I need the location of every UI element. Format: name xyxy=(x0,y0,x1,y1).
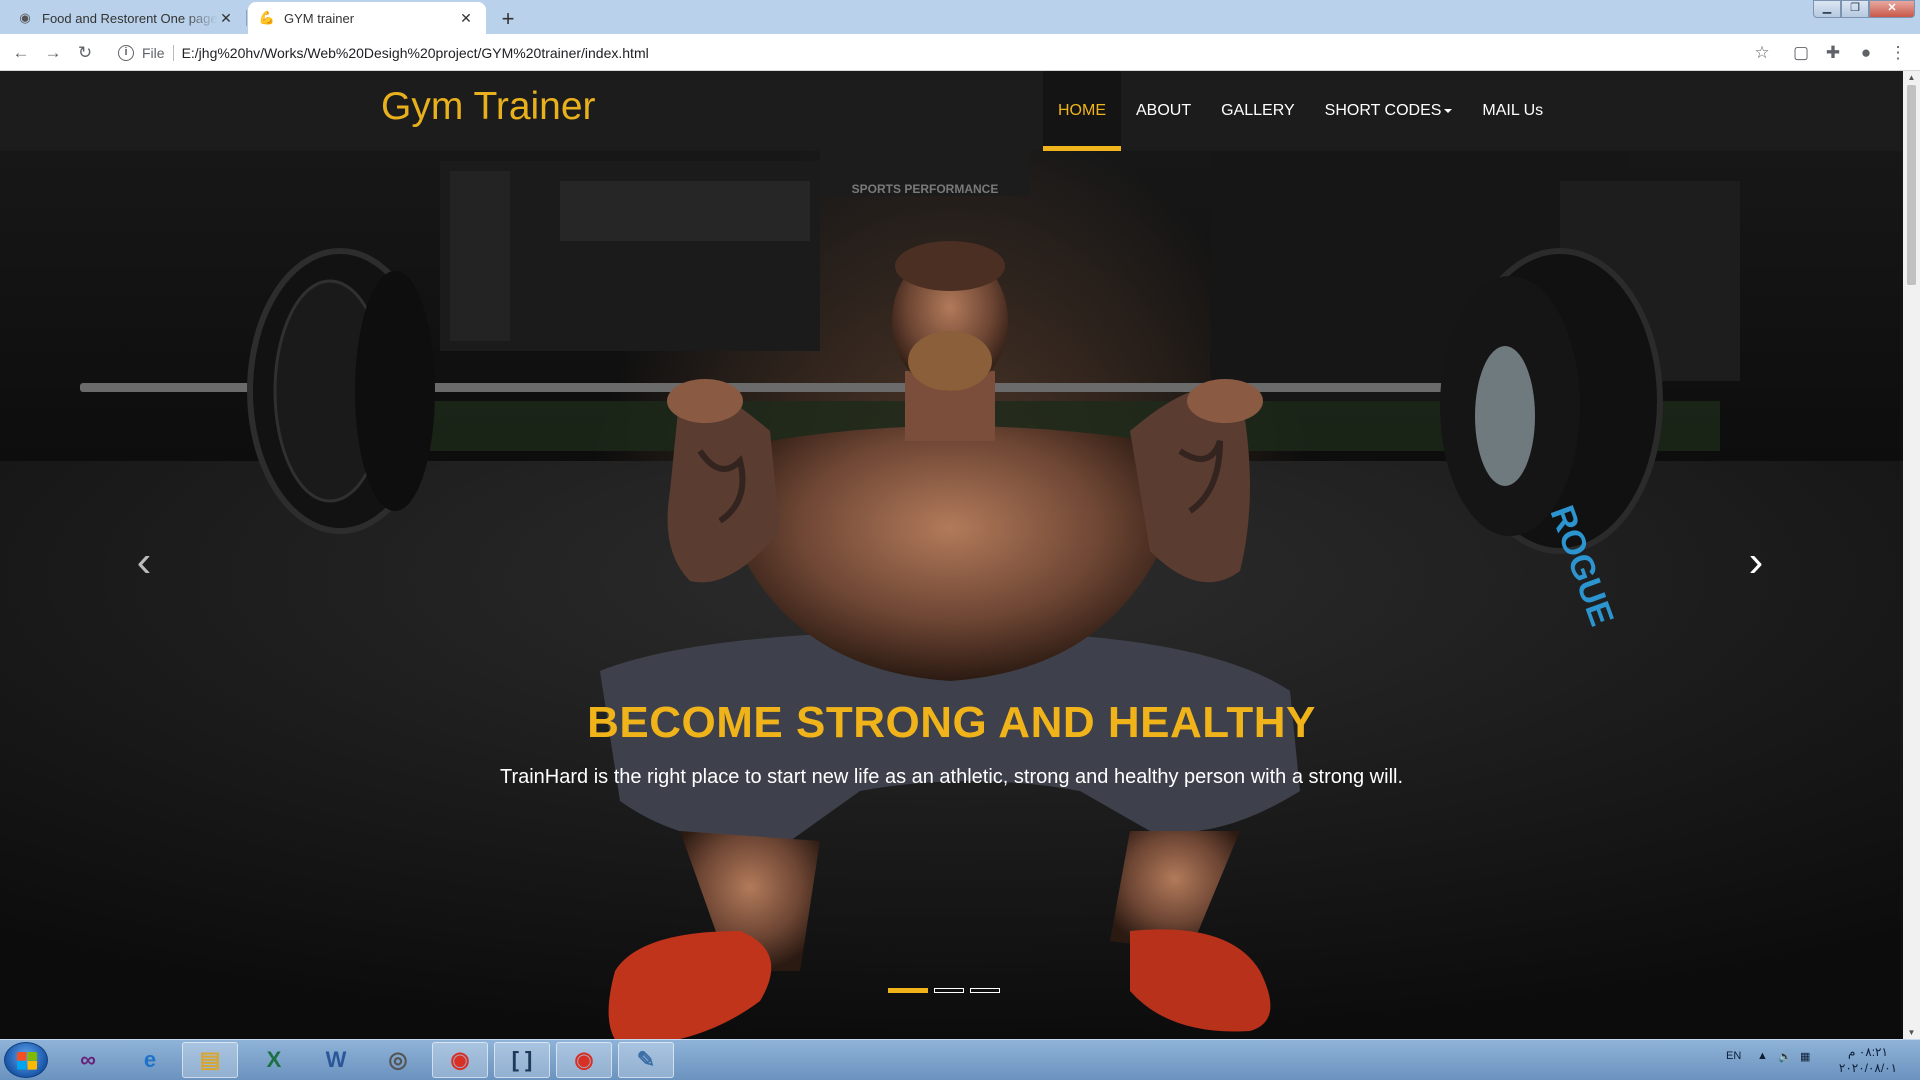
profile-avatar-icon[interactable]: ● xyxy=(1855,42,1877,64)
svg-text:SPORTS PERFORMANCE: SPORTS PERFORMANCE xyxy=(852,182,999,196)
excel-icon[interactable]: X xyxy=(246,1042,302,1078)
tab-divider xyxy=(246,10,247,26)
show-hidden-icons-icon[interactable]: ▲ xyxy=(1757,1050,1768,1062)
close-window-button[interactable]: ✕ xyxy=(1869,0,1915,18)
browser-toolbar: ← → ↻ i File E:/jhg%20hv/Works/Web%20Des… xyxy=(0,34,1920,71)
flexed-biceps-icon: 💪 xyxy=(258,10,276,25)
language-indicator[interactable]: EN xyxy=(1726,1050,1741,1062)
scrollbar-thumb[interactable] xyxy=(1907,85,1916,285)
windows-taskbar: ∞ e ▤ X W ◎ ◉ [ ] ◉ ✎ EN ▲ 🔈 ▦ ٠٨:٢١ م ٢… xyxy=(0,1039,1920,1080)
brackets-icon[interactable]: [ ] xyxy=(494,1042,550,1078)
extensions-puzzle-icon[interactable]: ✚ xyxy=(1822,42,1844,64)
close-tab-icon[interactable]: ✕ xyxy=(458,10,474,27)
word-icon[interactable]: W xyxy=(308,1042,364,1078)
address-bar[interactable]: i File E:/jhg%20hv/Works/Web%20Desigh%20… xyxy=(108,38,1788,67)
extension-icon[interactable]: ▢ xyxy=(1790,42,1812,64)
carousel-next-button[interactable]: › xyxy=(1736,540,1776,584)
hero-carousel: SPORTS PERFORMANCE ROGUE ‹ › BECOME STRO… xyxy=(0,71,1903,1039)
hero-caption: BECOME STRONG AND HEALTHY TrainHard is t… xyxy=(0,698,1903,789)
nav-home[interactable]: HOME xyxy=(1043,71,1121,151)
nav-gallery[interactable]: GALLERY xyxy=(1206,71,1310,151)
close-tab-icon[interactable]: ✕ xyxy=(218,10,234,27)
tab-title: Food and Restorent One page Te xyxy=(42,10,218,26)
forward-button[interactable]: → xyxy=(41,41,65,65)
file-explorer-icon[interactable]: ▤ xyxy=(182,1042,238,1078)
page-viewport: SPORTS PERFORMANCE ROGUE ‹ › BECOME STRO… xyxy=(0,71,1903,1039)
restore-button[interactable]: ❐ xyxy=(1841,0,1869,18)
volume-icon[interactable]: 🔈 xyxy=(1778,1050,1792,1063)
nav-mail-us[interactable]: MAIL Us xyxy=(1467,71,1558,151)
carousel-prev-button[interactable]: ‹ xyxy=(124,540,164,584)
carousel-indicators xyxy=(888,988,1000,993)
media-icon[interactable]: ◎ xyxy=(370,1042,426,1078)
nav-label: GALLERY xyxy=(1221,102,1295,119)
nav-label: MAIL Us xyxy=(1482,102,1544,119)
paint-icon[interactable]: ✎ xyxy=(618,1042,674,1078)
hero-heading: BECOME STRONG AND HEALTHY xyxy=(587,698,1316,747)
weightlifter-photo: SPORTS PERFORMANCE ROGUE xyxy=(0,141,1903,1039)
system-clock[interactable]: ٠٨:٢١ م ٢٠٢٠/٠٨/٠١ xyxy=(1822,1044,1914,1076)
caret-down-icon xyxy=(1444,109,1453,113)
info-icon[interactable]: i xyxy=(118,44,134,61)
nav-label: ABOUT xyxy=(1136,102,1192,119)
carousel-indicator-1[interactable] xyxy=(888,988,928,993)
hero-subtext: TrainHard is the right place to start ne… xyxy=(499,766,1404,788)
chrome-icon[interactable]: ◉ xyxy=(556,1042,612,1078)
back-button[interactable]: ← xyxy=(9,41,33,65)
scheme-label: File xyxy=(142,44,174,61)
minimize-button[interactable]: ▁ xyxy=(1813,0,1841,18)
clock-date: ٢٠٢٠/٠٨/٠١ xyxy=(1838,1061,1898,1075)
nav-label: SHORT CODES xyxy=(1324,102,1442,119)
visual-studio-icon[interactable]: ∞ xyxy=(60,1042,116,1078)
url-text[interactable]: E:/jhg%20hv/Works/Web%20Desigh%20project… xyxy=(182,45,649,61)
windows-logo-icon xyxy=(17,1052,37,1070)
tab-food-restorent[interactable]: ◉ Food and Restorent One page Te ✕ xyxy=(6,2,246,34)
new-tab-button[interactable]: + xyxy=(494,5,522,33)
nav-short-codes[interactable]: SHORT CODES xyxy=(1310,71,1468,151)
nav-label: HOME xyxy=(1058,102,1106,119)
chrome-icon[interactable]: ◉ xyxy=(432,1042,488,1078)
carousel-indicator-3[interactable] xyxy=(970,988,1000,993)
carousel-indicator-2[interactable] xyxy=(934,988,964,993)
site-navbar: Gym Trainer HOME ABOUT GALLERY SHORT COD… xyxy=(0,71,1903,151)
chrome-favicon-icon: ◉ xyxy=(19,10,31,25)
menu-kebab-icon[interactable]: ⋮ xyxy=(1887,42,1909,64)
start-button[interactable] xyxy=(4,1042,48,1078)
bookmark-star-icon[interactable]: ☆ xyxy=(1751,42,1773,64)
nav-about[interactable]: ABOUT xyxy=(1121,71,1206,151)
tab-title: GYM trainer xyxy=(284,10,355,26)
scroll-up-icon[interactable]: ▲ xyxy=(1903,73,1920,82)
clock-time: ٠٨:٢١ م xyxy=(1848,1045,1888,1059)
page-scrollbar[interactable]: ▲ ▼ xyxy=(1903,71,1920,1039)
network-icon[interactable]: ▦ xyxy=(1800,1050,1810,1063)
site-brand[interactable]: Gym Trainer xyxy=(381,85,596,129)
scroll-down-icon[interactable]: ▼ xyxy=(1903,1028,1920,1037)
browser-titlebar: ◉ Food and Restorent One page Te ✕ 💪 GYM… xyxy=(0,0,1920,34)
main-menu: HOME ABOUT GALLERY SHORT CODES MAIL Us xyxy=(1043,71,1558,151)
tab-gym-trainer[interactable]: 💪 GYM trainer ✕ xyxy=(248,2,486,34)
internet-explorer-icon[interactable]: e xyxy=(122,1042,178,1078)
reload-button[interactable]: ↻ xyxy=(73,41,97,65)
